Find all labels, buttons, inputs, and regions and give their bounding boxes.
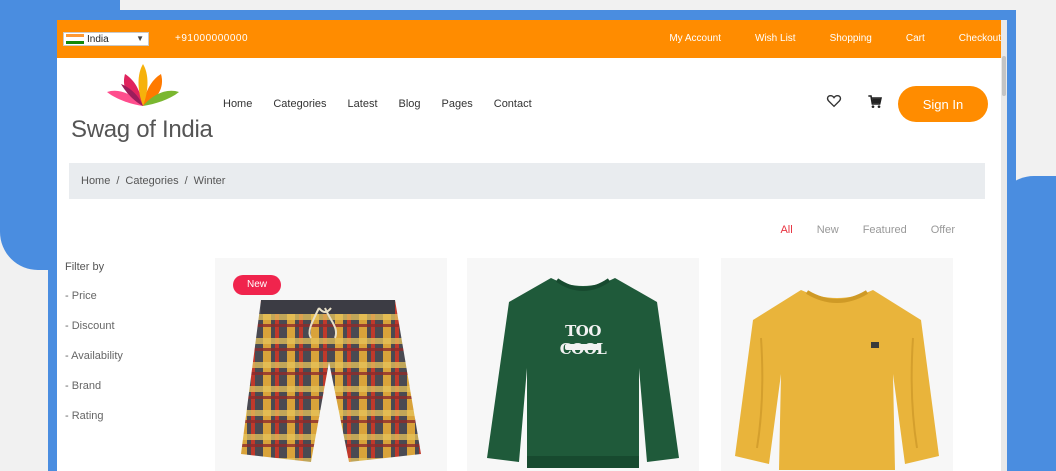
nav-latest[interactable]: Latest <box>348 98 378 110</box>
filter-label: Discount <box>71 320 115 332</box>
product-tabs: All New Featured Offer <box>780 224 955 236</box>
top-bar: India ▼ +91000000000 My Account Wish Lis… <box>57 20 1007 58</box>
filter-label: Availability <box>71 350 123 362</box>
nav-home[interactable]: Home <box>223 98 252 110</box>
top-link-wish-list[interactable]: Wish List <box>755 33 796 44</box>
breadcrumb-winter: Winter <box>193 175 226 187</box>
product-card-green-sweatshirt[interactable]: TOO COOL <box>467 258 699 471</box>
filter-label: Price <box>71 290 97 302</box>
nav-pages[interactable]: Pages <box>442 98 473 110</box>
web-page: India ▼ +91000000000 My Account Wish Lis… <box>57 20 1007 471</box>
top-link-shopping[interactable]: Shopping <box>830 33 872 44</box>
breadcrumb-categories[interactable]: Categories <box>125 175 178 187</box>
tab-offer[interactable]: Offer <box>931 224 955 236</box>
scrollbar-thumb[interactable] <box>1002 56 1006 96</box>
heart-icon[interactable] <box>826 93 842 109</box>
filter-availability[interactable]: - Availability <box>65 350 123 380</box>
green-sweatshirt-image <box>487 278 679 468</box>
filter-label: Rating <box>71 410 104 422</box>
top-link-checkout[interactable]: Checkout <box>959 33 1001 44</box>
india-flag-icon <box>66 34 84 44</box>
phone-number: +91000000000 <box>175 33 249 44</box>
breadcrumb: Home / Categories / Winter <box>69 163 985 199</box>
tab-featured[interactable]: Featured <box>863 224 907 236</box>
filter-price[interactable]: - Price <box>65 290 123 320</box>
tab-new[interactable]: New <box>817 224 839 236</box>
nav-categories[interactable]: Categories <box>273 98 326 110</box>
breadcrumb-home[interactable]: Home <box>81 175 110 187</box>
yellow-sweater-image <box>735 290 939 470</box>
filter-title: Filter by <box>65 261 105 273</box>
tab-all[interactable]: All <box>780 224 792 236</box>
new-badge: New <box>233 275 281 295</box>
cart-icon[interactable] <box>867 94 883 110</box>
filter-brand[interactable]: - Brand <box>65 380 123 410</box>
sign-in-button[interactable]: Sign In <box>898 86 988 122</box>
filter-list: - Price - Discount - Availability - Bran… <box>65 290 123 440</box>
brand-name[interactable]: Swag of India <box>71 116 213 144</box>
filter-label: Brand <box>71 380 102 392</box>
lotus-logo-icon[interactable] <box>101 60 185 110</box>
top-link-cart[interactable]: Cart <box>906 33 925 44</box>
nav-blog[interactable]: Blog <box>399 98 421 110</box>
top-links: My Account Wish List Shopping Cart Check… <box>669 33 1001 44</box>
top-link-my-account[interactable]: My Account <box>669 33 721 44</box>
chevron-down-icon: ▼ <box>136 34 144 43</box>
main-nav: Home Categories Latest Blog Pages Contac… <box>223 98 532 110</box>
country-select-value: India <box>87 33 109 45</box>
page-scrollbar[interactable] <box>1001 20 1007 471</box>
breadcrumb-separator: / <box>116 175 120 187</box>
sweatshirt-print-text: TOO COOL <box>560 322 607 358</box>
filter-discount[interactable]: - Discount <box>65 320 123 350</box>
nav-contact[interactable]: Contact <box>494 98 532 110</box>
sweatshirt-print-bar <box>565 344 601 350</box>
filter-rating[interactable]: - Rating <box>65 410 123 440</box>
breadcrumb-separator: / <box>184 175 188 187</box>
country-select[interactable]: India ▼ <box>63 32 149 46</box>
product-card-yellow-sweater[interactable] <box>721 258 953 471</box>
